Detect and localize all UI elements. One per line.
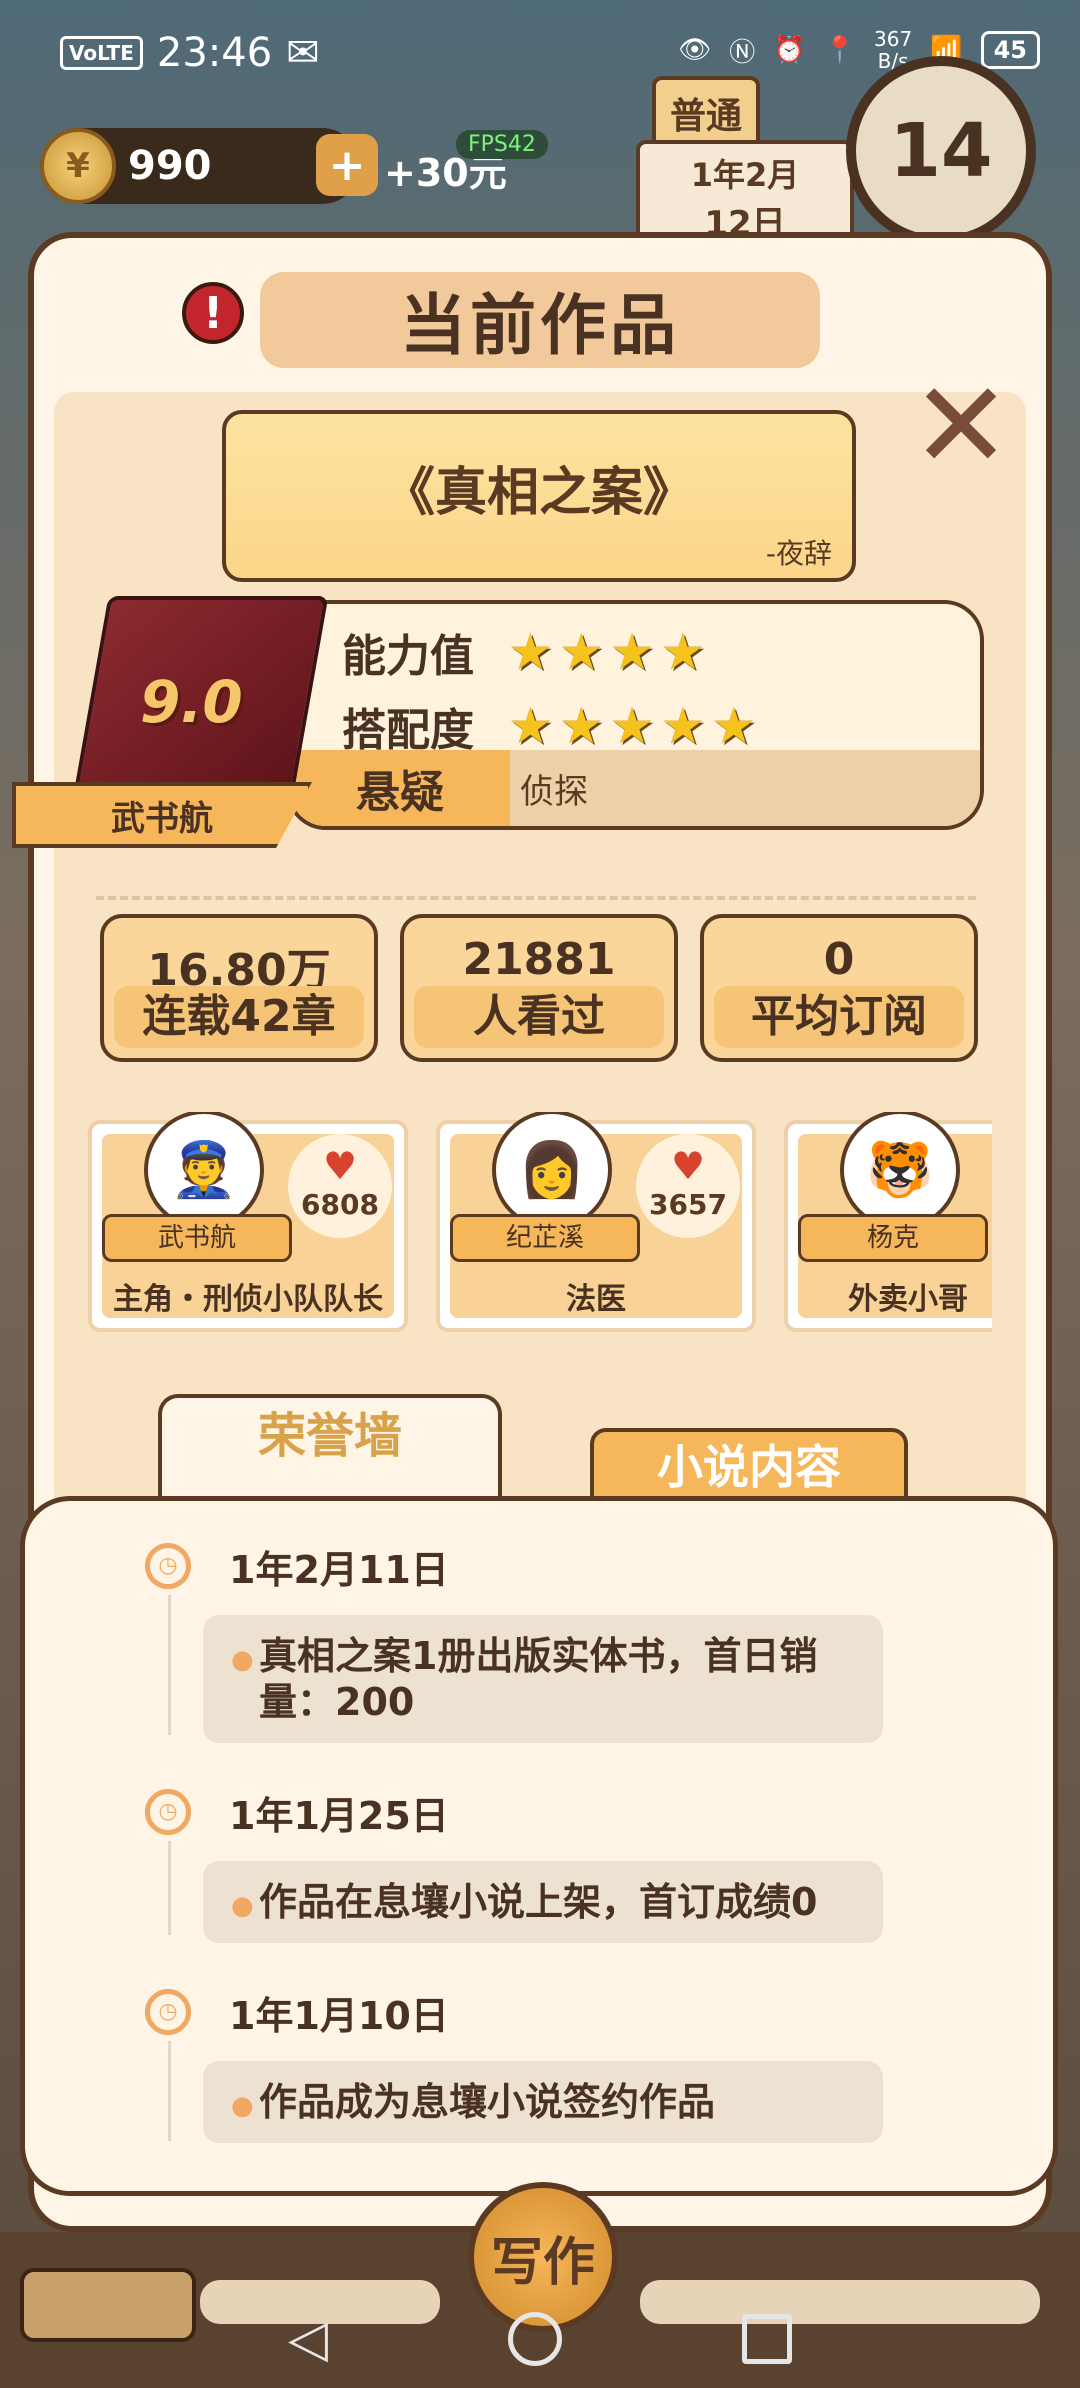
- stat-card-words: 16.80万 连载42章: [100, 914, 378, 1062]
- genre-row: 悬疑 侦探: [290, 750, 980, 826]
- clock-icon: ◷: [145, 1543, 191, 1589]
- ability-row: 能力值 ★ ★ ★ ★: [290, 614, 980, 690]
- timeline-text-box: ● 作品成为息壤小说签约作品: [203, 2061, 883, 2143]
- star-icon: ★: [558, 697, 604, 755]
- coin-value: 990: [128, 143, 212, 189]
- eye-icon: 👁: [678, 35, 712, 65]
- heart-icon: ♥: [670, 1144, 706, 1188]
- nfc-icon: Ⓝ: [729, 37, 756, 68]
- timeline-line: [168, 1841, 171, 1935]
- timeline-date: 1年2月11日: [229, 1548, 449, 1592]
- stat-card-subscriptions: 0 平均订阅: [700, 914, 978, 1062]
- clock-icon: ◷: [145, 1989, 191, 2035]
- genre-main: 悬疑: [290, 750, 510, 826]
- timeline-text: 作品成为息壤小说签约作品: [259, 2080, 716, 2124]
- location-icon: 📍: [823, 35, 857, 65]
- battery-indicator: 45: [980, 31, 1040, 69]
- heart-icon: ♥: [322, 1144, 358, 1188]
- genre-sub: 侦探: [520, 771, 588, 812]
- star-icon: ★: [609, 623, 655, 681]
- character-name: 武书航: [102, 1214, 292, 1262]
- tab-honor-wall[interactable]: 荣誉墙: [158, 1394, 502, 1504]
- ability-stars: ★ ★ ★ ★: [508, 627, 705, 677]
- affection-value: 3657: [649, 1188, 727, 1221]
- avatar: 🐯: [840, 1112, 960, 1230]
- timeline-text: 真相之案1册出版实体书，首日销量：200: [259, 1634, 818, 1724]
- character-card[interactable]: 👮 ♥ 6808 武书航 主角・刑侦小队队长: [88, 1112, 408, 1332]
- fps-indicator: FPS42: [456, 130, 548, 159]
- writer-ribbon: 武书航: [12, 782, 312, 848]
- book-score: 9.0: [140, 668, 243, 736]
- character-name: 杨克: [798, 1214, 988, 1262]
- clock-icon: ◷: [145, 1789, 191, 1835]
- affection-value: 6808: [301, 1188, 379, 1221]
- recent-apps-icon[interactable]: [742, 2314, 792, 2364]
- volte-badge: VoLTE: [60, 36, 143, 70]
- book-title: 《真相之案》: [382, 463, 695, 523]
- ability-label: 能力值: [342, 631, 474, 682]
- coin-counter: ¥ 990: [40, 128, 360, 204]
- alarm-icon: ⏰: [773, 35, 806, 65]
- stat-value: 21881: [462, 934, 616, 985]
- add-coins-button[interactable]: +: [316, 134, 378, 196]
- book-author: -夜辞: [765, 537, 832, 570]
- bullet-icon: ●: [231, 1891, 254, 1921]
- bullet-icon: ●: [231, 2091, 254, 2121]
- mail-icon: ✉: [286, 30, 320, 76]
- tab-novel-content[interactable]: 小说内容: [590, 1428, 908, 1504]
- star-icon: ★: [508, 623, 553, 681]
- timeline-line: [168, 2041, 171, 2141]
- avatar: 👮: [144, 1112, 264, 1230]
- star-icon: ★: [609, 697, 655, 755]
- star-icon: ★: [660, 623, 706, 681]
- character-card[interactable]: 👩 ♥ 3657 纪芷溪 法医: [436, 1112, 756, 1332]
- day-clock: 14: [846, 56, 1036, 246]
- character-role: 主角・刑侦小队队长: [113, 1282, 383, 1317]
- warning-icon[interactable]: !: [182, 282, 244, 344]
- character-card[interactable]: 🐯 杨克 外卖小哥: [784, 1112, 992, 1332]
- book-attributes-panel: 能力值 ★ ★ ★ ★ 搭配度 ★ ★ ★ ★ ★ 悬疑 侦探: [286, 600, 984, 830]
- character-role: 法医: [566, 1282, 626, 1317]
- timeline-date: 1年1月25日: [229, 1794, 449, 1838]
- stat-label: 平均订阅: [714, 986, 964, 1048]
- timeline-line: [168, 1595, 171, 1735]
- stat-value: 0: [823, 934, 855, 985]
- close-button[interactable]: ✕: [906, 367, 1016, 487]
- stat-label: 连载42章: [114, 986, 364, 1048]
- star-icon: ★: [558, 623, 604, 681]
- avatar: 👩: [492, 1112, 612, 1230]
- timeline-text: 作品在息壤小说上架，首订成绩0: [259, 1880, 818, 1924]
- star-icon: ★: [508, 697, 553, 755]
- affection-badge: ♥ 6808: [288, 1134, 392, 1238]
- match-label: 搭配度: [342, 705, 474, 756]
- modal-title: 当前作品: [260, 272, 820, 368]
- coin-icon: ¥: [40, 128, 116, 204]
- book-title-card: 《真相之案》 -夜辞: [222, 410, 856, 582]
- home-icon[interactable]: [508, 2312, 562, 2366]
- timeline-text-box: ● 作品在息壤小说上架，首订成绩0: [203, 1861, 883, 1943]
- timeline-date: 1年1月10日: [229, 1994, 449, 2038]
- stat-label: 人看过: [414, 986, 664, 1048]
- section-divider: [96, 896, 976, 900]
- back-icon[interactable]: ◁: [288, 2309, 328, 2369]
- status-time: 23:46: [156, 30, 273, 76]
- difficulty-mode: 普通: [652, 76, 760, 150]
- system-nav-bar: ◁: [0, 2290, 1080, 2388]
- match-stars: ★ ★ ★ ★ ★: [508, 701, 756, 751]
- date-year-month: 1年2月: [690, 156, 800, 194]
- honor-wall-panel[interactable]: ◷ 1年2月11日 ● 真相之案1册出版实体书，首日销量：200 ◷ 1年1月2…: [20, 1496, 1058, 2196]
- timeline-text-box: ● 真相之案1册出版实体书，首日销量：200: [203, 1615, 883, 1743]
- star-icon: ★: [660, 697, 706, 755]
- stat-card-readers: 21881 人看过: [400, 914, 678, 1062]
- affection-badge: ♥ 3657: [636, 1134, 740, 1238]
- bullet-icon: ●: [231, 1645, 254, 1675]
- character-name: 纪芷溪: [450, 1214, 640, 1262]
- character-role: 外卖小哥: [848, 1282, 968, 1317]
- star-icon: ★: [711, 697, 757, 755]
- character-list[interactable]: 👮 ♥ 6808 武书航 主角・刑侦小队队长 👩 ♥ 3657 纪芷溪 法医 🐯…: [88, 1112, 992, 1340]
